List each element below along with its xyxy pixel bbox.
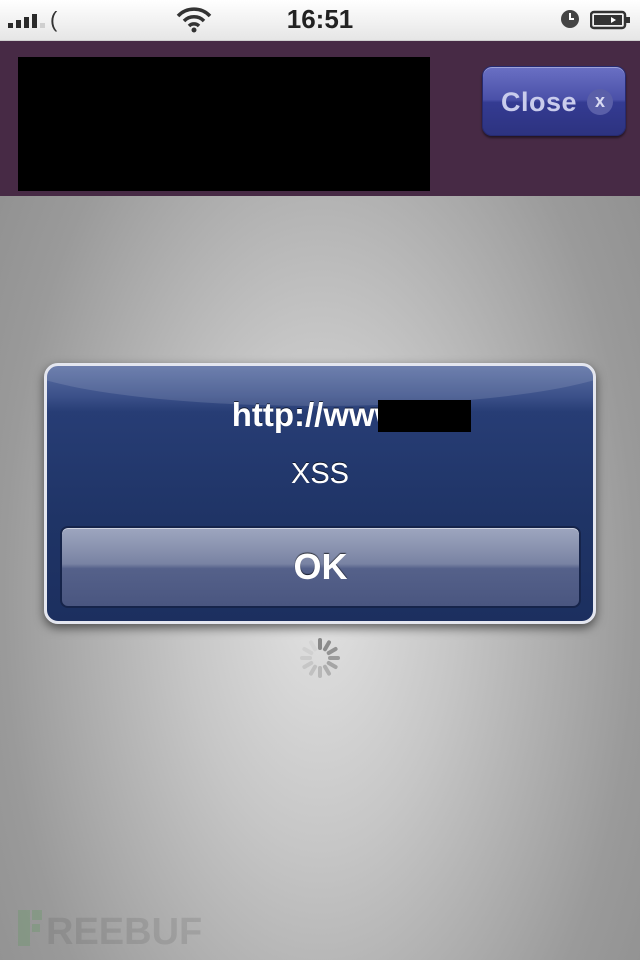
freebuf-watermark-logo: REEBUF [18, 910, 202, 950]
svg-text:REEBUF: REEBUF [46, 911, 202, 950]
alarm-clock-icon [561, 10, 579, 28]
top-banner: Close x [0, 41, 640, 196]
ok-button[interactable]: OK [60, 526, 581, 608]
close-button[interactable]: Close x [482, 66, 626, 136]
close-button-label: Close [501, 87, 578, 117]
redacted-url-block [378, 400, 471, 432]
status-time: 16:51 [286, 4, 354, 34]
battery-charging-icon [590, 10, 630, 30]
alert-message: XSS [290, 458, 350, 490]
close-icon: x [587, 89, 613, 115]
ok-button-label: OK [293, 546, 348, 587]
loading-spinner-icon [300, 638, 340, 678]
redacted-ad-area [18, 57, 430, 191]
alert-dialog: http://www. XSS OK [44, 363, 596, 624]
alert-title: http://www. [231, 396, 409, 433]
status-bar: ( 16:51 [0, 0, 640, 41]
